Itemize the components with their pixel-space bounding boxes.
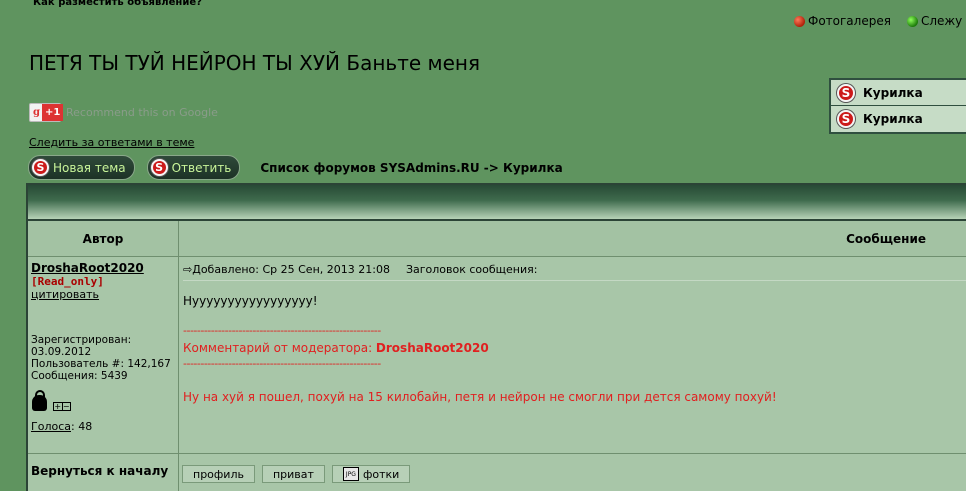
moderator-text: Ну на хуй я пошел, похуй на 15 килобайн,… bbox=[183, 390, 777, 404]
s-logo-icon: S bbox=[150, 159, 168, 176]
moderator-comment: Комментарий от модератора: DroshaRoot202… bbox=[183, 341, 966, 355]
moderator-comment-label: Комментарий от модератора: bbox=[183, 341, 376, 355]
topic-table: Автор Сообщение DroshaRoot2020 [Read_onl… bbox=[26, 183, 966, 491]
author-column-header: Автор bbox=[28, 221, 179, 256]
side-forum-box: S Курилка S Курилка bbox=[829, 78, 966, 134]
post-row: DroshaRoot2020 [Read_only] цитировать За… bbox=[28, 257, 966, 454]
photos-label: фотки bbox=[362, 467, 400, 481]
reply-button[interactable]: S Ответить bbox=[146, 155, 241, 180]
jpg-icon: JPG bbox=[342, 467, 359, 481]
plus-one-label: +1 bbox=[42, 104, 64, 121]
top-links: Фотогалерея Слежу за bbox=[794, 14, 966, 28]
red-dot-icon bbox=[794, 15, 805, 27]
profile-label: профиль bbox=[193, 467, 244, 481]
quote-link[interactable]: цитировать bbox=[31, 288, 175, 301]
reply-label: Ответить bbox=[171, 160, 232, 175]
message-column-header: Сообщение bbox=[846, 231, 926, 246]
post-author-cell: DroshaRoot2020 [Read_only] цитировать За… bbox=[28, 257, 179, 453]
private-message-button[interactable]: приват bbox=[261, 465, 325, 483]
breadcrumb[interactable]: Список форумов SYSAdmins.RU -> Курилка bbox=[260, 161, 562, 175]
lock-icon bbox=[32, 390, 47, 411]
post-footer-row: Вернуться к началу профиль приват JPG фо… bbox=[28, 454, 966, 491]
topic-title[interactable]: ПЕТЯ ТЫ ТУЙ НЕЙРОН ТЫ ХУЙ Баньте меня bbox=[29, 51, 480, 75]
watch-label: Слежу за bbox=[920, 14, 966, 28]
side-item-label: Курилка bbox=[863, 112, 923, 126]
photo-gallery-link[interactable]: Фотогалерея bbox=[794, 14, 891, 28]
profile-button[interactable]: профиль bbox=[182, 465, 255, 483]
new-topic-label: Новая тема bbox=[53, 160, 126, 175]
private-label: приват bbox=[272, 467, 314, 481]
new-topic-button[interactable]: S Новая тема bbox=[28, 155, 135, 180]
author-link[interactable]: DroshaRoot2020 bbox=[31, 261, 175, 275]
howto-link[interactable]: Как разместить объявление? bbox=[33, 0, 202, 8]
post-body: Нууууууууууууууууу! bbox=[183, 294, 318, 308]
side-item-label: Курилка bbox=[863, 85, 923, 100]
post-count: Сообщения: 5439 bbox=[31, 370, 128, 382]
action-bar: S Новая тема S Ответить Список форумов S… bbox=[28, 155, 563, 180]
author-icons: + − bbox=[32, 390, 71, 411]
s-logo-icon: S bbox=[837, 110, 855, 128]
post-message-cell: ⇨Добавлено: Ср 25 Сен, 2013 21:08 Заголо… bbox=[179, 257, 966, 453]
back-to-top-link[interactable]: Вернуться к началу bbox=[28, 454, 179, 491]
google-plus-widget: g +1 Recommend this on Google bbox=[29, 103, 218, 122]
user-number: Пользователь #: 142,167 bbox=[31, 358, 171, 370]
subject-label: Заголовок сообщения: bbox=[405, 262, 538, 276]
moderator-name: DroshaRoot2020 bbox=[375, 341, 489, 355]
photos-button[interactable]: JPG фотки bbox=[331, 465, 411, 483]
moderator-divider-bottom: ----------------------------------------… bbox=[183, 357, 381, 370]
side-item-kurilka-1[interactable]: S Курилка bbox=[831, 80, 966, 106]
votes-link[interactable]: Голоса bbox=[31, 420, 71, 433]
moderator-divider-top: ----------------------------------------… bbox=[183, 324, 381, 337]
post-footer-buttons: профиль приват JPG фотки bbox=[179, 454, 966, 491]
google-g-icon: g bbox=[33, 107, 40, 118]
category-header-bar bbox=[28, 185, 966, 221]
google-recommend-text: Recommend this on Google bbox=[66, 106, 218, 119]
status-badge: [Read_only] bbox=[31, 275, 104, 288]
follow-replies-link[interactable]: Следить за ответами в теме bbox=[29, 136, 194, 149]
photo-gallery-label: Фотогалерея bbox=[808, 14, 891, 28]
plus-minus-icon[interactable]: + − bbox=[53, 402, 71, 411]
arrow-right-icon[interactable]: ⇨ bbox=[183, 263, 192, 276]
registered-date: 03.09.2012 bbox=[31, 346, 92, 358]
votes: Голоса: 48 bbox=[31, 420, 92, 433]
green-dot-icon bbox=[906, 15, 918, 27]
column-header: Автор Сообщение bbox=[28, 221, 966, 257]
votes-value: : 48 bbox=[71, 420, 93, 433]
watch-link[interactable]: Слежу за bbox=[906, 14, 966, 28]
post-added-label: Добавлено: Ср 25 Сен, 2013 21:08 bbox=[192, 262, 390, 276]
post-header: ⇨Добавлено: Ср 25 Сен, 2013 21:08 Заголо… bbox=[183, 261, 966, 281]
google-plus-button[interactable]: g +1 bbox=[29, 103, 64, 122]
side-item-kurilka-2[interactable]: S Курилка bbox=[831, 106, 966, 132]
s-logo-icon: S bbox=[837, 83, 855, 102]
author-info: Зарегистрирован: 03.09.2012 Пользователь… bbox=[31, 334, 171, 382]
s-logo-icon: S bbox=[32, 159, 49, 176]
registered-label: Зарегистрирован: bbox=[31, 334, 132, 346]
post-added: ⇨Добавлено: Ср 25 Сен, 2013 21:08 bbox=[183, 263, 390, 276]
